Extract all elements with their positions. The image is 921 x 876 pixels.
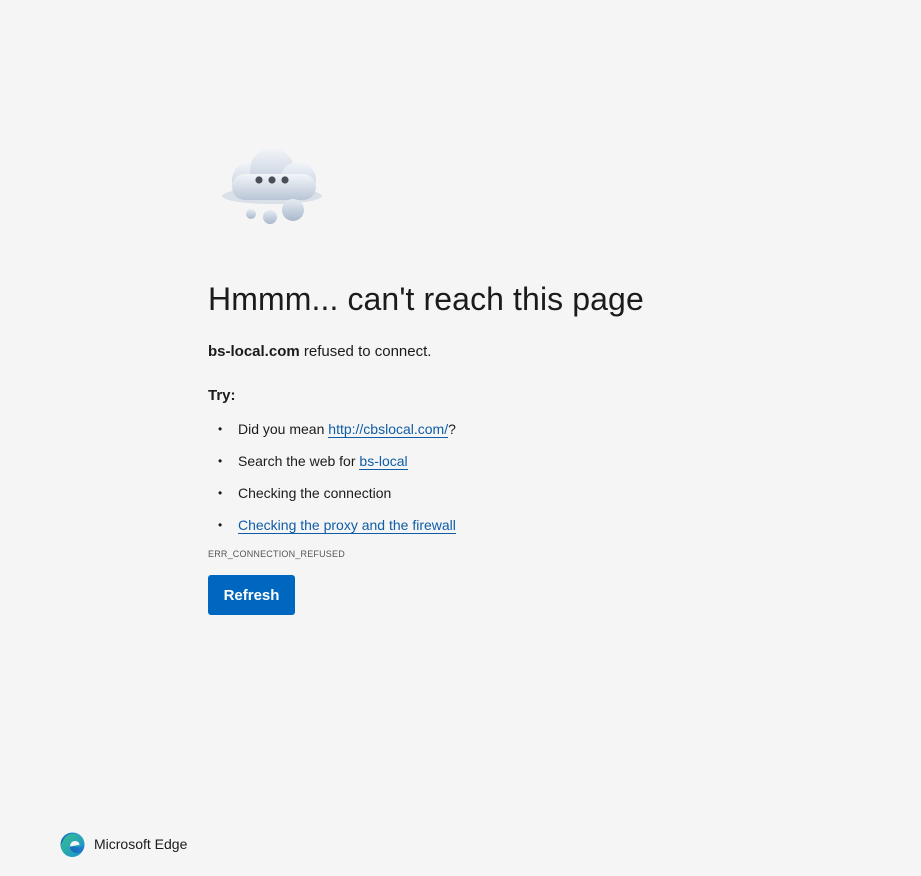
- list-item: • Checking the proxy and the firewall: [208, 515, 848, 535]
- page-title: Hmmm... can't reach this page: [208, 281, 644, 317]
- refresh-button[interactable]: Refresh: [208, 575, 295, 615]
- proxy-firewall-link[interactable]: Checking the proxy and the firewall: [238, 517, 456, 534]
- host-name: bs-local.com: [208, 343, 300, 360]
- suggested-url-link[interactable]: http://cbslocal.com/: [328, 421, 449, 438]
- host-suffix: refused to connect.: [299, 343, 432, 360]
- suggestion-text: Search the web for: [238, 453, 360, 469]
- bullet: •: [218, 422, 223, 436]
- list-item: • Search the web for bs-local: [208, 451, 848, 471]
- edge-logo-icon: [60, 832, 85, 857]
- suggestion-text: Checking the connection: [238, 485, 392, 501]
- cloud-thinking-icon: [218, 144, 328, 230]
- list-item: • Did you mean http://cbslocal.com/?: [208, 419, 848, 439]
- bullet: •: [218, 486, 223, 500]
- suggestion-suffix: ?: [448, 421, 456, 437]
- list-item: • Checking the connection: [208, 483, 848, 503]
- error-content: Hmmm... can't reach this page bs-local.c…: [208, 278, 848, 615]
- error-page: Hmmm... can't reach this page bs-local.c…: [0, 0, 921, 876]
- error-code: ERR_CONNECTION_REFUSED: [208, 549, 345, 559]
- try-label: Try:: [208, 387, 236, 404]
- error-description: bs-local.com refused to connect.: [208, 341, 848, 363]
- edge-brand-label: Microsoft Edge: [94, 836, 188, 852]
- bullet: •: [218, 454, 223, 468]
- bullet: •: [218, 518, 223, 532]
- suggestion-text: Did you mean: [238, 421, 329, 437]
- footer-branding: Microsoft Edge: [60, 831, 187, 857]
- suggestion-list: • Did you mean http://cbslocal.com/? • Sea…: [208, 419, 848, 535]
- search-web-link[interactable]: bs-local: [359, 453, 408, 470]
